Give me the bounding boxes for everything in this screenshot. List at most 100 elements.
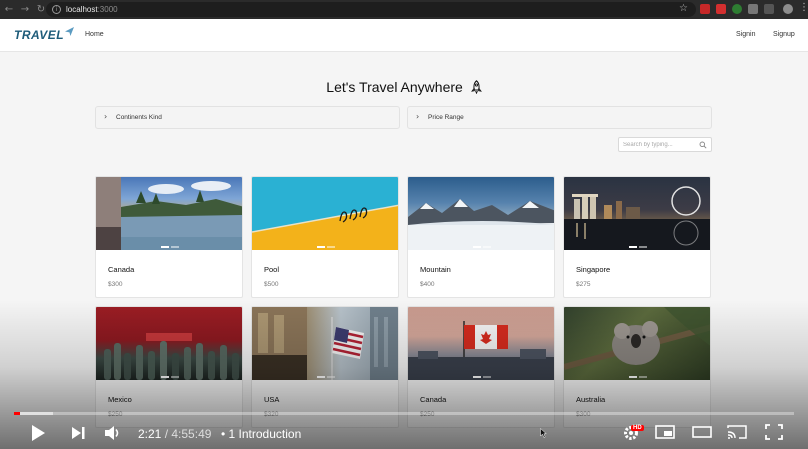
carousel-dots[interactable]	[564, 376, 710, 378]
carousel-dots[interactable]	[252, 246, 398, 248]
destination-card[interactable]: Pool $500	[251, 176, 399, 298]
destination-card[interactable]: Australia $300	[563, 306, 711, 428]
carousel-dot[interactable]	[161, 246, 169, 248]
hd-badge: HD	[631, 425, 644, 431]
card-image[interactable]	[252, 307, 398, 380]
page-title: Let's Travel Anywhere	[0, 79, 808, 95]
nav-home-link[interactable]: Home	[85, 31, 104, 38]
carousel-dots[interactable]	[408, 376, 554, 378]
forward-icon[interactable]: →	[18, 0, 32, 19]
fullscreen-icon[interactable]	[765, 424, 783, 440]
search-icon[interactable]	[699, 141, 707, 149]
card-photo	[104, 333, 239, 380]
carousel-dot[interactable]	[171, 376, 179, 378]
card-image[interactable]	[408, 177, 554, 250]
carousel-dot[interactable]	[473, 246, 481, 248]
card-title: USA	[264, 395, 280, 404]
carousel-dot[interactable]	[483, 376, 491, 378]
card-image[interactable]	[408, 307, 554, 380]
video-progress-bar[interactable]	[14, 412, 794, 415]
rocket-icon	[470, 80, 482, 94]
page-title-text: Let's Travel Anywhere	[326, 79, 463, 95]
carousel-dot[interactable]	[483, 246, 491, 248]
card-photo	[96, 177, 242, 250]
carousel-dot[interactable]	[317, 376, 325, 378]
card-image[interactable]	[96, 307, 242, 380]
card-title: Mountain	[420, 265, 451, 274]
card-image[interactable]	[252, 177, 398, 250]
url-port: :3000	[97, 5, 118, 14]
destination-card[interactable]: Canada $300	[95, 176, 243, 298]
cast-icon[interactable]	[727, 424, 747, 440]
destination-card[interactable]: Singapore $275	[563, 176, 711, 298]
browser-menu-icon[interactable]: ⋮	[799, 2, 808, 13]
destination-card[interactable]: USA $320	[251, 306, 399, 428]
screen: ← → ↻ i localhost:3000 ☆ ⋮ TRAVEL Home S…	[0, 0, 808, 449]
extension-icon[interactable]	[748, 4, 758, 14]
card-title: Australia	[576, 395, 606, 404]
mouse-cursor-icon	[540, 428, 547, 438]
destination-card[interactable]: Mountain $400	[407, 176, 555, 298]
site-info-icon[interactable]: i	[52, 5, 61, 14]
video-current-time: 2:21	[138, 427, 162, 441]
price-filter[interactable]: › Price Range	[407, 106, 712, 129]
carousel-dot[interactable]	[639, 376, 647, 378]
video-time: 2:21 / 4:55:49	[138, 427, 211, 441]
card-photo	[408, 321, 554, 380]
nav-signup-link[interactable]: Signup	[773, 31, 795, 38]
profile-avatar[interactable]	[783, 4, 793, 14]
search-input[interactable]	[623, 140, 697, 150]
destination-card[interactable]: Mexico $250	[95, 306, 243, 428]
extension-icon[interactable]	[716, 4, 726, 14]
carousel-dots[interactable]	[96, 376, 242, 378]
card-photo	[564, 307, 710, 370]
next-icon[interactable]	[70, 424, 86, 442]
brand-logo[interactable]: TRAVEL	[14, 27, 75, 42]
carousel-dot[interactable]	[327, 376, 335, 378]
card-image[interactable]	[564, 177, 710, 250]
carousel-dot[interactable]	[639, 246, 647, 248]
continents-filter[interactable]: › Continents Kind	[95, 106, 400, 129]
card-image[interactable]	[96, 177, 242, 250]
play-icon[interactable]	[30, 424, 46, 442]
theater-mode-icon[interactable]	[692, 424, 712, 440]
nav-signin-link[interactable]: Signin	[736, 31, 755, 38]
carousel-dot[interactable]	[161, 376, 169, 378]
carousel-dots[interactable]	[96, 246, 242, 248]
card-price: $500	[264, 281, 279, 288]
carousel-dot[interactable]	[629, 246, 637, 248]
miniplayer-icon[interactable]	[655, 424, 675, 440]
card-photo	[564, 186, 710, 250]
card-image[interactable]	[564, 307, 710, 380]
video-duration: 4:55:49	[171, 427, 212, 441]
chevron-right-icon: ›	[104, 112, 108, 121]
destination-card[interactable]: Canada $250	[407, 306, 555, 428]
bookmark-star-icon[interactable]: ☆	[679, 3, 688, 14]
volume-icon[interactable]	[104, 424, 122, 442]
extension-icon[interactable]	[732, 4, 742, 14]
card-photo	[252, 307, 398, 380]
extension-icon[interactable]	[764, 4, 774, 14]
carousel-dot[interactable]	[171, 246, 179, 248]
carousel-dot[interactable]	[317, 246, 325, 248]
video-controls: 2:21 / 4:55:49 • 1 Introduction HD	[0, 420, 808, 449]
app-navbar: TRAVEL Home Signin Signup	[0, 19, 808, 52]
carousel-dot[interactable]	[629, 376, 637, 378]
extension-icon[interactable]	[700, 4, 710, 14]
carousel-dots[interactable]	[252, 376, 398, 378]
card-title: Pool	[264, 265, 280, 274]
card-price: $400	[420, 281, 435, 288]
carousel-dot[interactable]	[473, 376, 481, 378]
card-title: Canada	[420, 395, 447, 404]
carousel-dot[interactable]	[327, 246, 335, 248]
carousel-dots[interactable]	[408, 246, 554, 248]
card-title: Canada	[108, 265, 135, 274]
back-icon[interactable]: ←	[2, 0, 16, 19]
video-chapter[interactable]: • 1 Introduction	[221, 427, 301, 441]
card-title: Singapore	[576, 265, 611, 274]
paper-plane-icon	[65, 27, 75, 36]
card-title: Mexico	[108, 395, 132, 404]
carousel-dots[interactable]	[564, 246, 710, 248]
address-bar[interactable]: i localhost:3000	[46, 2, 696, 17]
card-photo	[252, 204, 398, 250]
